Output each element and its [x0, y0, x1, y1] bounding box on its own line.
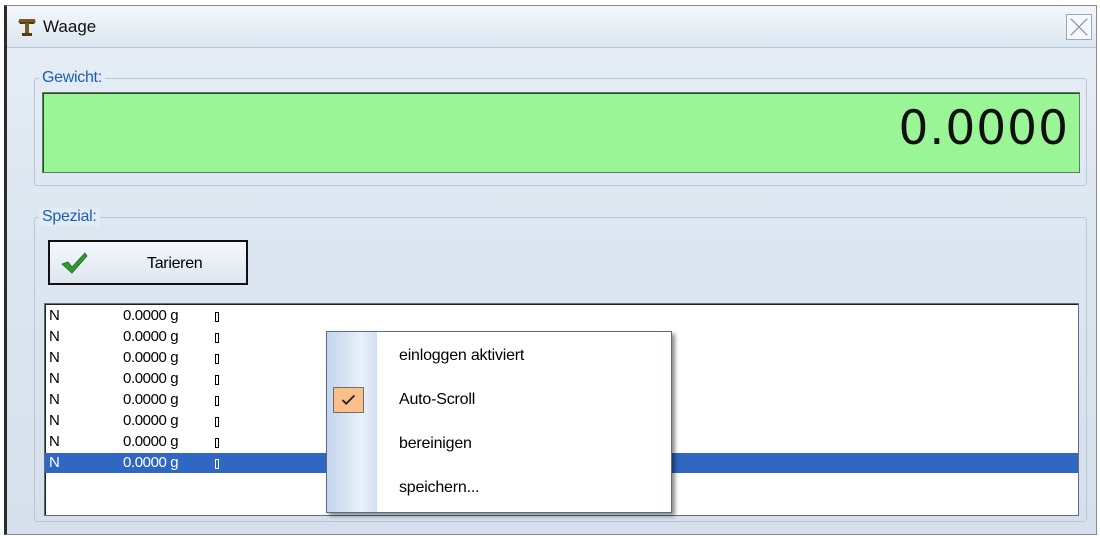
log-row-marker [215, 459, 219, 469]
log-row-marker [215, 375, 219, 385]
scale-icon [18, 19, 36, 36]
log-row-weight: 0.0000 g [123, 433, 179, 450]
context-menu-item-label: speichern... [399, 479, 480, 496]
close-icon [1070, 18, 1088, 36]
log-row-flag: N [49, 370, 60, 387]
tare-button[interactable]: Tarieren [48, 240, 248, 285]
context-menu-item-label: Auto-Scroll [399, 391, 476, 408]
menu-checkmark-icon [333, 387, 364, 413]
log-row-weight: 0.0000 g [123, 454, 179, 471]
weight-display: 0.0000 [42, 92, 1080, 173]
log-row-marker [215, 312, 219, 322]
log-row-weight: 0.0000 g [123, 370, 179, 387]
log-row-weight: 0.0000 g [123, 412, 179, 429]
log-row-flag: N [49, 328, 60, 345]
weight-value: 0.0000 [898, 101, 1069, 156]
window-title: Waage [43, 17, 97, 36]
context-menu-item-label: einloggen aktiviert [399, 347, 525, 364]
log-row[interactable]: N 0.0000 g [45, 306, 1078, 326]
context-menu-item[interactable]: einloggen aktiviert [327, 336, 671, 376]
log-row-flag: N [49, 433, 60, 450]
log-row-flag: N [49, 454, 60, 471]
context-menu-item-label: bereinigen [399, 435, 472, 452]
log-row-flag: N [49, 307, 60, 324]
weight-group-label: Gewicht: [39, 69, 105, 87]
log-row-marker [215, 396, 219, 406]
log-row-marker [215, 333, 219, 343]
log-row-weight: 0.0000 g [123, 307, 179, 324]
checkmark-icon [61, 252, 88, 274]
log-row-marker [215, 438, 219, 448]
tare-button-label: Tarieren [147, 255, 203, 272]
log-row-weight: 0.0000 g [123, 349, 179, 366]
log-row-marker [215, 417, 219, 427]
weight-group: Gewicht: 0.0000 [34, 69, 1087, 186]
special-group-label: Spezial: [39, 208, 100, 226]
context-menu-item[interactable]: bereinigen [327, 424, 671, 464]
log-row-flag: N [49, 349, 60, 366]
log-row-weight: 0.0000 g [123, 328, 179, 345]
log-row-flag: N [49, 391, 60, 408]
context-menu: einloggen aktiviert Auto-Scroll bereinigen… [326, 331, 672, 513]
context-menu-item[interactable]: Auto-Scroll [327, 380, 671, 420]
log-row-marker [215, 354, 219, 364]
context-menu-item[interactable]: speichern... [327, 468, 671, 508]
log-row-flag: N [49, 412, 60, 429]
close-button[interactable] [1066, 14, 1092, 40]
title-bar[interactable]: Waage [7, 6, 1096, 48]
log-row-weight: 0.0000 g [123, 391, 179, 408]
